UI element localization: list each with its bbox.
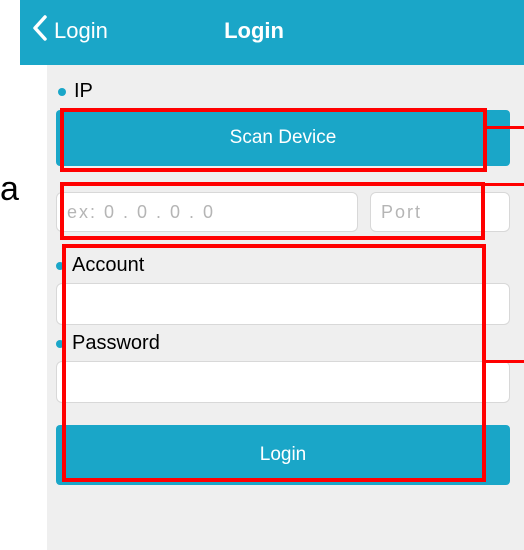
login-button-label: Login <box>259 444 307 465</box>
bullet-icon <box>56 339 64 348</box>
ip-address-input[interactable] <box>56 192 358 232</box>
port-input[interactable] <box>370 192 510 232</box>
account-label: Account <box>56 254 144 277</box>
bullet-icon <box>56 261 64 270</box>
ip-label: IP <box>58 80 93 103</box>
account-label-text: Account <box>72 254 145 276</box>
scan-device-label: Scan Device <box>229 127 337 148</box>
password-input[interactable] <box>56 361 510 403</box>
clipped-text: a <box>0 170 19 208</box>
page-title: Login <box>224 18 284 43</box>
login-button[interactable]: Login <box>56 425 510 485</box>
password-label-text: Password <box>72 332 160 354</box>
scan-device-button[interactable]: Scan Device <box>56 110 510 166</box>
account-input[interactable] <box>56 283 510 325</box>
bullet-icon <box>58 87 66 96</box>
navigation-bar: Login Login <box>20 0 524 65</box>
ip-label-text: IP <box>74 80 93 102</box>
password-label: Password <box>56 332 160 355</box>
